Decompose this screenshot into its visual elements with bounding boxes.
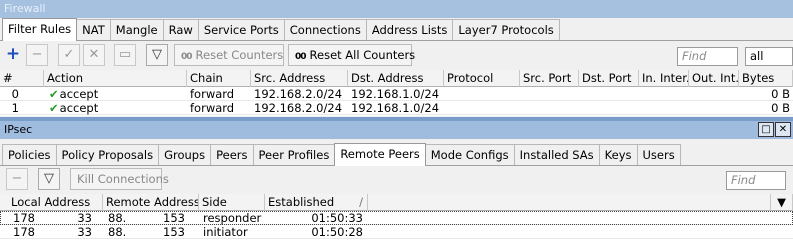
row-remote-address-a: 88. bbox=[108, 225, 127, 239]
ipsec-find-input[interactable]: Find bbox=[726, 171, 786, 190]
row-remote-address-a: 88. bbox=[108, 211, 127, 225]
row-local-address-a: 178 bbox=[13, 211, 35, 225]
col-header-remote-address[interactable]: Remote Address bbox=[103, 194, 199, 211]
row-local-address-b: 33 bbox=[77, 211, 92, 225]
remove-minus-icon[interactable]: − bbox=[26, 44, 48, 66]
ipsec-tabbar: Policies Policy Proposals Groups Peers P… bbox=[0, 143, 793, 166]
col-header-out-interface[interactable]: Out. Int... bbox=[689, 70, 739, 87]
tab-policies[interactable]: Policies bbox=[2, 144, 57, 165]
sort-icon: / bbox=[359, 195, 363, 209]
col-header-local-address[interactable]: Local Address bbox=[8, 194, 103, 211]
col-header-bytes[interactable]: Bytes bbox=[739, 70, 793, 87]
table-header: # Action Chain Src. Address Dst. Address… bbox=[0, 70, 793, 87]
tab-peer-profiles[interactable]: Peer Profiles bbox=[252, 144, 336, 165]
firewall-rules-table: # Action Chain Src. Address Dst. Address… bbox=[0, 70, 793, 116]
comment-icon[interactable]: ▭ bbox=[114, 44, 136, 66]
row-local-address-a: 178 bbox=[13, 225, 35, 239]
tab-mangle[interactable]: Mangle bbox=[109, 19, 164, 40]
add-plus-icon[interactable]: + bbox=[2, 44, 24, 66]
col-header-num[interactable]: # bbox=[0, 70, 44, 87]
reset-counters-button[interactable]: 00 Reset Counters bbox=[174, 44, 284, 66]
row-src-address: 192.168.2.0/24 bbox=[254, 101, 343, 115]
tab-layer7-protocols[interactable]: Layer7 Protocols bbox=[452, 19, 560, 40]
tab-raw[interactable]: Raw bbox=[162, 19, 199, 40]
row-bytes: 0 B bbox=[771, 101, 790, 115]
reset-all-counters-label: Reset All Counters bbox=[309, 48, 416, 62]
col-header-chain[interactable]: Chain bbox=[187, 70, 251, 87]
col-header-side[interactable]: Side bbox=[199, 194, 265, 211]
tab-mode-configs[interactable]: Mode Configs bbox=[424, 144, 515, 165]
reset-counters-label: Reset Counters bbox=[195, 48, 284, 62]
remote-peers-table: Local Address Remote Address Side Establ… bbox=[0, 194, 793, 242]
row-action-label: accept bbox=[59, 87, 99, 101]
table-row[interactable]: 0 ✔accept forward 192.168.2.0/24 192.168… bbox=[0, 87, 793, 101]
counter-glyph: 00 bbox=[181, 52, 192, 62]
row-bytes: 0 B bbox=[771, 87, 790, 101]
row-side: responder bbox=[203, 211, 262, 225]
table-row[interactable]: 178 33 88. 153 initiator 01:50:28 bbox=[0, 225, 793, 239]
maximize-icon[interactable]: □ bbox=[758, 122, 774, 137]
row-chain: forward bbox=[190, 101, 235, 115]
tab-address-lists[interactable]: Address Lists bbox=[365, 19, 454, 40]
tab-users[interactable]: Users bbox=[636, 144, 681, 165]
firewall-find-input[interactable]: Find bbox=[677, 47, 738, 66]
row-chain: forward bbox=[190, 87, 235, 101]
row-dst-address: 192.168.1.0/24 bbox=[351, 87, 440, 101]
tab-policy-proposals[interactable]: Policy Proposals bbox=[55, 144, 160, 165]
tab-filter-rules[interactable]: Filter Rules bbox=[2, 18, 78, 41]
tab-installed-sas[interactable]: Installed SAs bbox=[513, 144, 600, 165]
row-established: 01:50:28 bbox=[311, 225, 363, 239]
col-header-empty bbox=[368, 194, 771, 211]
table-header: Local Address Remote Address Side Establ… bbox=[0, 194, 793, 211]
remove-minus-icon[interactable]: − bbox=[6, 168, 28, 190]
reset-all-counters-button[interactable]: 00 Reset All Counters bbox=[288, 44, 415, 66]
row-remote-address-b: 153 bbox=[163, 225, 185, 239]
column-chooser-dropdown-icon[interactable]: ▼ bbox=[771, 194, 793, 211]
row-established: 01:50:33 bbox=[311, 211, 363, 225]
row-action: ✔accept bbox=[46, 87, 186, 101]
accept-check-icon: ✔ bbox=[49, 87, 59, 101]
row-num: 0 bbox=[11, 87, 19, 101]
tab-service-ports[interactable]: Service Ports bbox=[197, 19, 285, 40]
table-row[interactable]: 178 33 88. 153 responder 01:50:33 bbox=[0, 211, 793, 225]
firewall-toolbar: + − ✓ ✕ ▭ ▽ 00 Reset Counters 00 Reset All… bbox=[0, 43, 793, 69]
accept-check-icon: ✔ bbox=[49, 101, 59, 115]
col-header-src-address[interactable]: Src. Address bbox=[251, 70, 348, 87]
col-header-established[interactable]: Established / bbox=[265, 194, 368, 211]
tab-keys[interactable]: Keys bbox=[598, 144, 638, 165]
row-local-address-b: 33 bbox=[77, 225, 92, 239]
disable-x-icon[interactable]: ✕ bbox=[83, 44, 105, 66]
ipsec-toolbar: − ▽ Kill Connections Find bbox=[0, 167, 793, 193]
tab-peers[interactable]: Peers bbox=[210, 144, 254, 165]
col-header-in-interface[interactable]: In. Inter... bbox=[639, 70, 689, 87]
row-src-address: 192.168.2.0/24 bbox=[254, 87, 343, 101]
tab-connections[interactable]: Connections bbox=[283, 19, 367, 40]
row-num: 1 bbox=[11, 101, 19, 115]
row-remote-address-b: 153 bbox=[163, 211, 185, 225]
enable-check-icon[interactable]: ✓ bbox=[58, 44, 80, 66]
ipsec-window-title: IPsec bbox=[0, 121, 793, 139]
close-icon[interactable]: ✕ bbox=[775, 122, 791, 137]
row-action-label: accept bbox=[59, 101, 99, 115]
kill-connections-button[interactable]: Kill Connections bbox=[70, 168, 169, 190]
filter-funnel-icon[interactable]: ▽ bbox=[38, 168, 60, 190]
row-dst-address: 192.168.1.0/24 bbox=[351, 101, 440, 115]
counter-glyph: 00 bbox=[295, 52, 306, 62]
col-header-src-port[interactable]: Src. Port bbox=[520, 70, 579, 87]
firewall-filter-select[interactable]: all bbox=[745, 47, 793, 66]
established-label: Established bbox=[268, 195, 335, 209]
col-header-dst-address[interactable]: Dst. Address bbox=[348, 70, 444, 87]
col-header-action[interactable]: Action bbox=[44, 70, 187, 87]
tab-nat[interactable]: NAT bbox=[76, 19, 111, 40]
firewall-tabbar: Filter Rules NAT Mangle Raw Service Port… bbox=[0, 18, 793, 41]
col-header-protocol[interactable]: Protocol bbox=[444, 70, 520, 87]
filter-funnel-icon[interactable]: ▽ bbox=[146, 44, 168, 66]
col-header-dst-port[interactable]: Dst. Port bbox=[579, 70, 639, 87]
row-side: initiator bbox=[203, 225, 248, 239]
tab-groups[interactable]: Groups bbox=[158, 144, 212, 165]
tab-remote-peers[interactable]: Remote Peers bbox=[334, 143, 426, 166]
table-row[interactable]: 1 ✔accept forward 192.168.2.0/24 192.168… bbox=[0, 101, 793, 115]
row-action: ✔accept bbox=[46, 101, 186, 115]
firewall-window-title: Firewall bbox=[0, 0, 793, 18]
